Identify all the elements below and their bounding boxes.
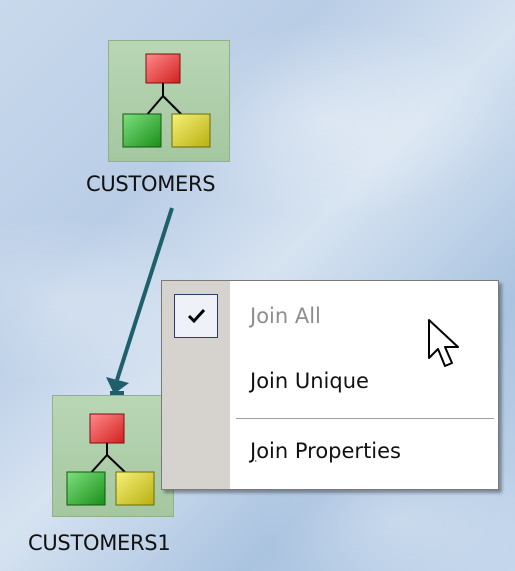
link-arrowhead: [106, 377, 129, 394]
join-context-menu: Join All Join Unique Join Properties: [161, 280, 499, 490]
customers1-node-icon[interactable]: [52, 395, 174, 517]
hierarchy-icon: [122, 53, 211, 148]
menu-item-join-unique[interactable]: Join Unique: [162, 352, 498, 410]
join-all-check: [174, 294, 218, 338]
hierarchy-icon: [66, 413, 155, 506]
menu-item-label-rest: oin Properties: [256, 439, 401, 463]
menu-item-label: Join All: [250, 304, 321, 328]
menu-item-label: Join Properties: [250, 439, 401, 463]
menu-item-label: Join Unique: [250, 369, 369, 393]
menu-separator: [236, 418, 494, 420]
customers-node-label[interactable]: CUSTOMERS: [86, 172, 216, 196]
menu-item-join-all[interactable]: Join All: [162, 287, 498, 345]
diagram-canvas[interactable]: CUSTOMERS CUSTOMERS1 Join All Join Uniqu…: [0, 0, 515, 571]
customers1-node-label[interactable]: CUSTOMERS1: [28, 531, 171, 555]
menu-item-join-properties[interactable]: Join Properties: [162, 422, 498, 480]
customers-node-icon[interactable]: [108, 40, 230, 162]
checkmark-icon: [187, 308, 206, 324]
